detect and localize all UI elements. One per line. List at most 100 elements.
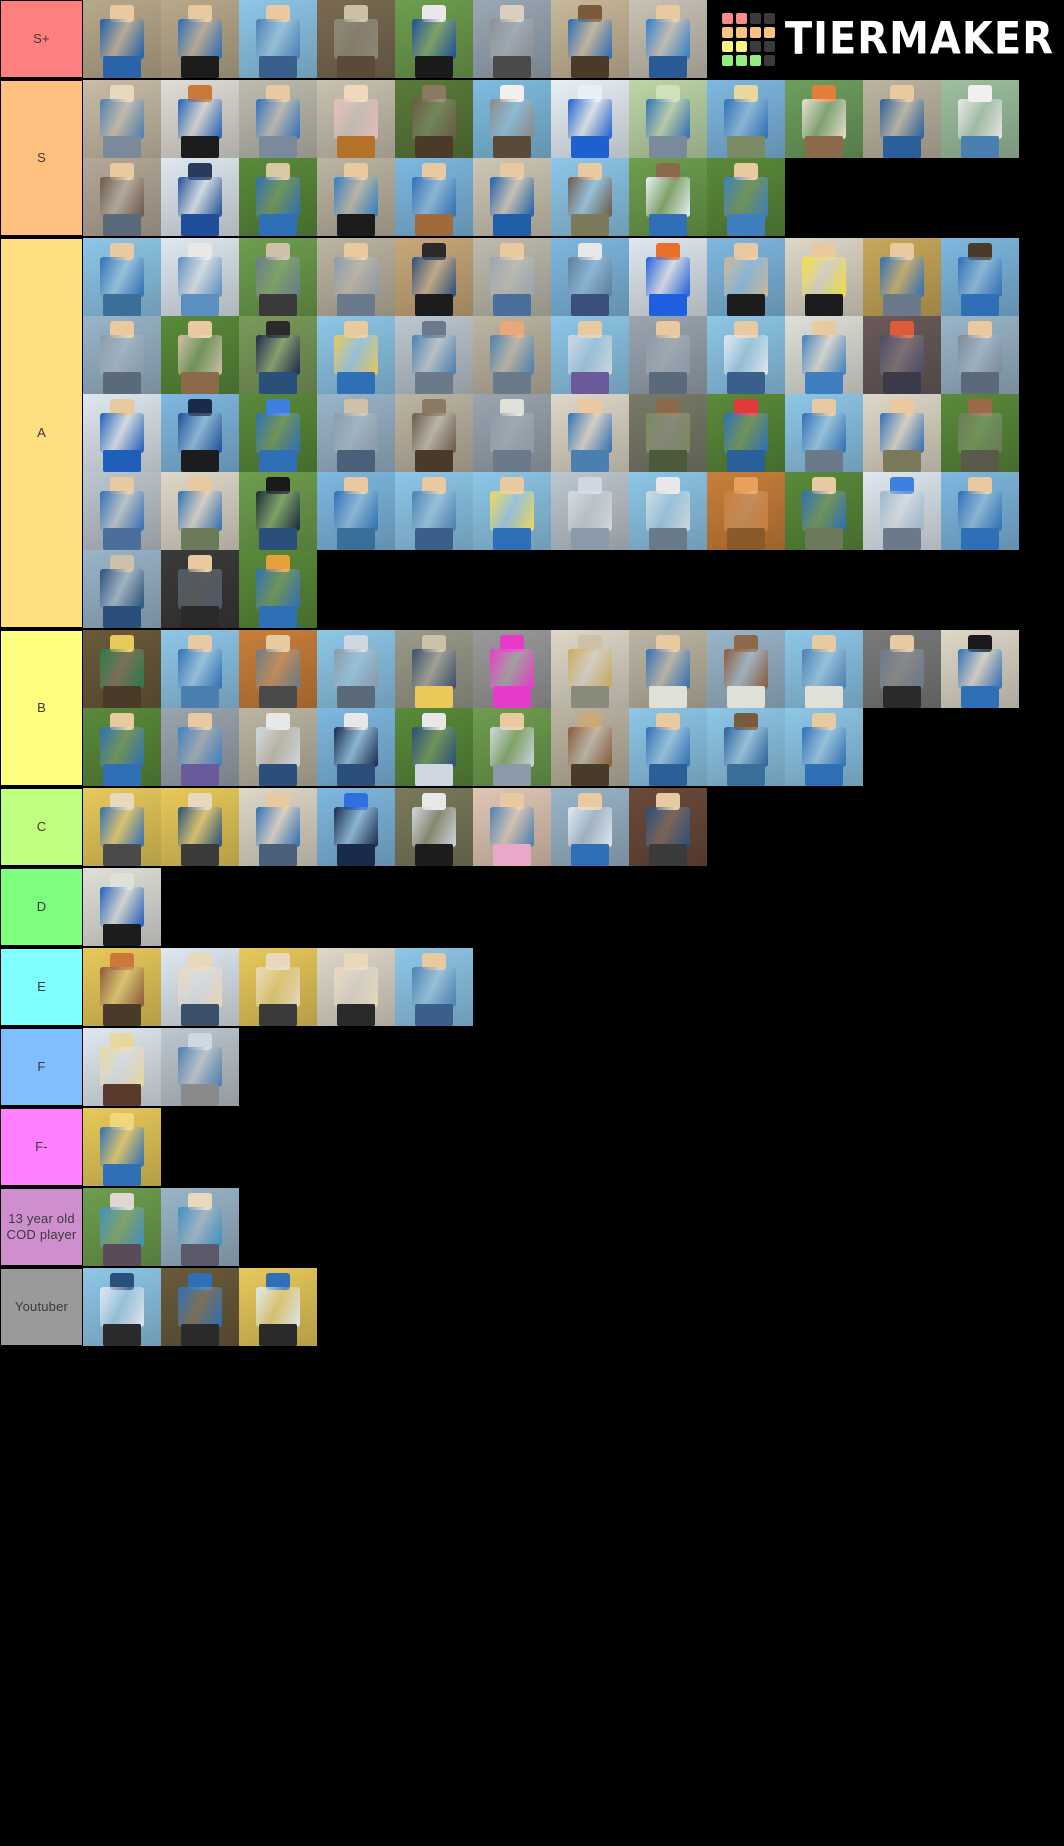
tier-item-thumbnail[interactable] [629, 158, 707, 236]
tier-item-thumbnail[interactable] [83, 394, 161, 472]
tier-item-thumbnail[interactable] [83, 550, 161, 628]
tier-item-thumbnail[interactable] [317, 948, 395, 1026]
tier-item-thumbnail[interactable] [863, 238, 941, 316]
tier-item-thumbnail[interactable] [551, 394, 629, 472]
tier-item-thumbnail[interactable] [629, 0, 707, 78]
tier-item-thumbnail[interactable] [161, 1028, 239, 1106]
tier-item-thumbnail[interactable] [863, 394, 941, 472]
tier-item-thumbnail[interactable] [941, 630, 1019, 708]
tier-item-thumbnail[interactable] [785, 316, 863, 394]
tier-item-thumbnail[interactable] [395, 316, 473, 394]
tier-item-thumbnail[interactable] [161, 238, 239, 316]
tier-label-youtuber[interactable]: Youtuber [0, 1268, 83, 1346]
tier-item-thumbnail[interactable] [551, 630, 629, 708]
tier-item-thumbnail[interactable] [473, 158, 551, 236]
tier-item-thumbnail[interactable] [83, 80, 161, 158]
tier-item-thumbnail[interactable] [941, 80, 1019, 158]
tier-item-thumbnail[interactable] [317, 394, 395, 472]
tier-item-thumbnail[interactable] [629, 788, 707, 866]
tier-item-thumbnail[interactable] [707, 80, 785, 158]
tier-item-thumbnail[interactable] [395, 948, 473, 1026]
tier-item-thumbnail[interactable] [83, 630, 161, 708]
tier-item-thumbnail[interactable] [551, 80, 629, 158]
tier-item-thumbnail[interactable] [629, 316, 707, 394]
tier-item-thumbnail[interactable] [239, 158, 317, 236]
tier-item-thumbnail[interactable] [83, 708, 161, 786]
tier-item-thumbnail[interactable] [83, 1028, 161, 1106]
tier-item-thumbnail[interactable] [473, 316, 551, 394]
tier-item-thumbnail[interactable] [161, 708, 239, 786]
tier-item-thumbnail[interactable] [707, 472, 785, 550]
tier-item-thumbnail[interactable] [551, 316, 629, 394]
tier-item-thumbnail[interactable] [395, 788, 473, 866]
tier-item-thumbnail[interactable] [395, 158, 473, 236]
tier-item-thumbnail[interactable] [161, 0, 239, 78]
tier-item-thumbnail[interactable] [473, 80, 551, 158]
tier-item-thumbnail[interactable] [317, 0, 395, 78]
tier-item-thumbnail[interactable] [395, 630, 473, 708]
tier-label-f[interactable]: F [0, 1028, 83, 1106]
tier-item-thumbnail[interactable] [317, 630, 395, 708]
tier-item-thumbnail[interactable] [785, 238, 863, 316]
tier-item-thumbnail[interactable] [707, 708, 785, 786]
tier-item-thumbnail[interactable] [317, 316, 395, 394]
tier-item-thumbnail[interactable] [863, 472, 941, 550]
tier-item-thumbnail[interactable] [395, 472, 473, 550]
tier-item-thumbnail[interactable] [551, 238, 629, 316]
tier-item-thumbnail[interactable] [239, 550, 317, 628]
tier-item-thumbnail[interactable] [707, 630, 785, 708]
tier-item-thumbnail[interactable] [473, 394, 551, 472]
tier-item-thumbnail[interactable] [239, 0, 317, 78]
tier-item-thumbnail[interactable] [629, 238, 707, 316]
tier-item-thumbnail[interactable] [785, 708, 863, 786]
tier-item-thumbnail[interactable] [629, 472, 707, 550]
tier-item-thumbnail[interactable] [239, 708, 317, 786]
tier-item-thumbnail[interactable] [707, 316, 785, 394]
tier-label-d[interactable]: D [0, 868, 83, 946]
tier-label-f[interactable]: F- [0, 1108, 83, 1186]
tier-item-thumbnail[interactable] [785, 472, 863, 550]
tier-item-thumbnail[interactable] [941, 472, 1019, 550]
tier-item-thumbnail[interactable] [785, 630, 863, 708]
tier-label-a[interactable]: A [0, 238, 83, 628]
tier-label-e[interactable]: E [0, 948, 83, 1026]
tier-item-thumbnail[interactable] [83, 238, 161, 316]
tier-item-thumbnail[interactable] [317, 238, 395, 316]
tier-item-thumbnail[interactable] [239, 472, 317, 550]
tier-item-thumbnail[interactable] [83, 788, 161, 866]
tier-item-thumbnail[interactable] [863, 630, 941, 708]
tier-item-thumbnail[interactable] [239, 238, 317, 316]
tier-label-c[interactable]: C [0, 788, 83, 866]
tier-item-thumbnail[interactable] [395, 394, 473, 472]
tier-item-thumbnail[interactable] [941, 394, 1019, 472]
tier-item-thumbnail[interactable] [239, 80, 317, 158]
tier-label-s[interactable]: S+ [0, 0, 83, 78]
tier-item-thumbnail[interactable] [551, 0, 629, 78]
tier-item-thumbnail[interactable] [239, 948, 317, 1026]
tier-item-thumbnail[interactable] [629, 630, 707, 708]
tier-item-thumbnail[interactable] [161, 394, 239, 472]
tier-item-thumbnail[interactable] [161, 1188, 239, 1266]
tier-item-thumbnail[interactable] [161, 472, 239, 550]
tier-item-thumbnail[interactable] [785, 394, 863, 472]
tier-item-thumbnail[interactable] [83, 1108, 161, 1186]
tier-item-thumbnail[interactable] [161, 948, 239, 1026]
tier-item-thumbnail[interactable] [863, 316, 941, 394]
tier-label-s[interactable]: S [0, 80, 83, 236]
tier-item-thumbnail[interactable] [707, 238, 785, 316]
tier-item-thumbnail[interactable] [473, 0, 551, 78]
tier-item-thumbnail[interactable] [785, 80, 863, 158]
tier-item-thumbnail[interactable] [395, 708, 473, 786]
tier-item-thumbnail[interactable] [317, 708, 395, 786]
tier-item-thumbnail[interactable] [473, 472, 551, 550]
tier-item-thumbnail[interactable] [473, 708, 551, 786]
tier-item-thumbnail[interactable] [161, 158, 239, 236]
tier-item-thumbnail[interactable] [629, 394, 707, 472]
tier-item-thumbnail[interactable] [239, 788, 317, 866]
tier-item-thumbnail[interactable] [317, 472, 395, 550]
tier-item-thumbnail[interactable] [161, 630, 239, 708]
tier-item-thumbnail[interactable] [629, 708, 707, 786]
tier-item-thumbnail[interactable] [473, 788, 551, 866]
tier-item-thumbnail[interactable] [161, 80, 239, 158]
tier-item-thumbnail[interactable] [473, 630, 551, 708]
